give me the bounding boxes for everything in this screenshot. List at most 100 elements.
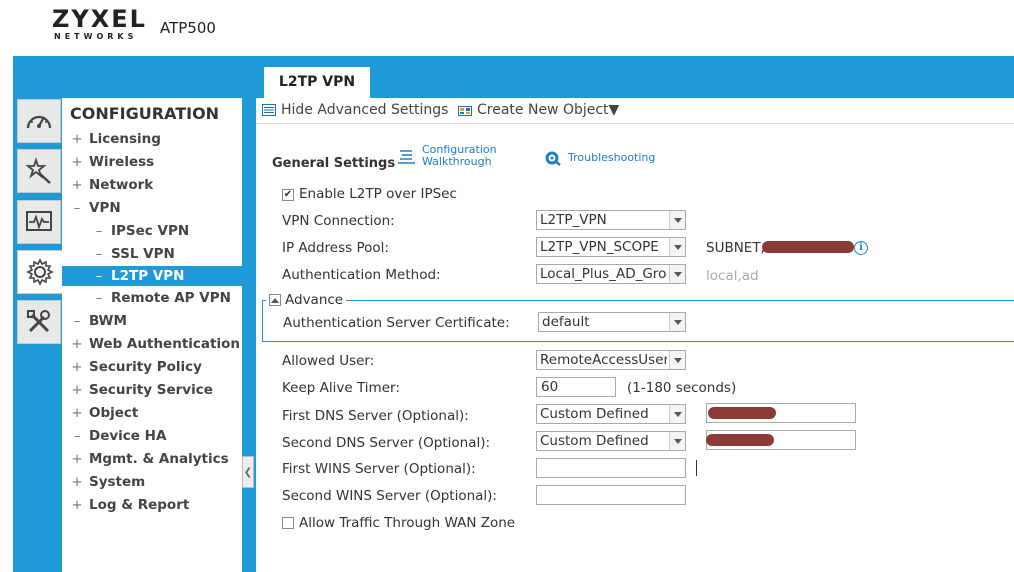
tab-l2tp-vpn[interactable]: L2TP VPN [264, 67, 370, 98]
nav-expander[interactable]: + [70, 403, 84, 423]
allow-wan-checkbox[interactable] [282, 517, 294, 529]
nav-item-remote-ap-vpn[interactable]: – Remote AP VPN [62, 288, 242, 308]
nav-expander[interactable]: + [70, 472, 84, 492]
troubleshooting-gear-icon [545, 151, 561, 166]
nav-item-label: VPN [89, 200, 121, 216]
nav-item-label: Mgmt. & Analytics [89, 451, 229, 467]
collapse-nav-button[interactable]: ❮ [242, 456, 254, 488]
general-settings-title: General Settings [272, 156, 396, 171]
troubleshooting-link[interactable]: Troubleshooting [544, 150, 655, 166]
nav-item-web-authentication[interactable]: + Web Authentication [62, 334, 242, 354]
keep-alive-label: Keep Alive Timer: [282, 380, 400, 396]
nav-expander[interactable]: – [70, 198, 84, 218]
nav-item-label: Remote AP VPN [111, 290, 231, 306]
nav-item-bwm[interactable]: – BWM [62, 311, 242, 331]
create-new-object-button[interactable]: Create New Object▼ [458, 102, 619, 118]
nav-expander[interactable]: + [70, 495, 84, 515]
nav-item-label: Wireless [89, 154, 155, 170]
wins1-input[interactable] [536, 458, 686, 478]
nav-item-device-ha[interactable]: – Device HA [62, 426, 242, 446]
config-nav: CONFIGURATION + Licensing + Wireless + Netw… [62, 98, 242, 572]
allowed-user-label: Allowed User: [282, 353, 375, 369]
dns1-select[interactable]: Custom Defined [536, 404, 686, 424]
nav-item-vpn[interactable]: – VPN [62, 198, 242, 218]
nav-item-mgmt-analytics[interactable]: + Mgmt. & Analytics [62, 449, 242, 469]
rail-dashboard[interactable] [17, 99, 61, 143]
nav-item-licensing[interactable]: + Licensing [62, 129, 242, 149]
info-icon[interactable]: i [854, 241, 868, 255]
nav-expander[interactable]: – [70, 311, 84, 331]
nav-item-object[interactable]: + Object [62, 403, 242, 423]
list-settings-icon [262, 104, 276, 116]
configuration-gear-icon [26, 258, 54, 286]
nav-expander[interactable]: + [70, 380, 84, 400]
nav-expander[interactable]: – [70, 426, 84, 446]
advance-toggle[interactable]: Advance [266, 292, 347, 308]
dns2-label: Second DNS Server (Optional): [282, 435, 491, 451]
auth-cert-select[interactable]: default [538, 312, 686, 332]
nav-bullet: – [95, 290, 103, 306]
nav-expander[interactable]: + [70, 152, 84, 172]
dns2-value: Custom Defined [540, 433, 649, 449]
nav-item-security-policy[interactable]: + Security Policy [62, 357, 242, 377]
nav-expander[interactable]: + [70, 129, 84, 149]
ip-pool-select[interactable]: L2TP_VPN_SCOPE [536, 237, 686, 257]
allow-wan-label: Allow Traffic Through WAN Zone [299, 515, 516, 531]
nav-item-wireless[interactable]: + Wireless [62, 152, 242, 172]
auth-cert-label: Authentication Server Certificate: [283, 315, 510, 331]
rail-maintenance[interactable] [17, 300, 61, 344]
vpn-connection-select[interactable]: L2TP_VPN [536, 210, 686, 230]
chevron-down-icon [669, 265, 685, 283]
text-cursor [696, 460, 697, 476]
enable-l2tp-checkbox[interactable]: ✔ [282, 189, 294, 201]
vpn-connection-value: L2TP_VPN [540, 212, 607, 228]
vpn-connection-label: VPN Connection: [282, 213, 395, 229]
nav-item-ssl-vpn[interactable]: – SSL VPN [62, 244, 242, 264]
enable-l2tp-label: Enable L2TP over IPSec [299, 186, 457, 202]
troubleshooting-label: Troubleshooting [568, 151, 656, 164]
nav-item-log-report[interactable]: + Log & Report [62, 495, 242, 515]
rail-configuration[interactable] [17, 250, 63, 294]
maintenance-tools-icon [27, 310, 50, 333]
walkthrough-link-line2: Walkthrough [422, 155, 492, 168]
nav-item-label: L2TP VPN [111, 268, 185, 284]
dns1-value: Custom Defined [540, 406, 649, 422]
redaction-mark [762, 241, 854, 253]
chevron-down-icon [669, 405, 685, 423]
allowed-user-select[interactable]: RemoteAccessUsers [536, 350, 686, 370]
nav-item-label: BWM [89, 313, 127, 329]
chevron-left-icon: ❮ [243, 466, 253, 478]
chevron-down-icon [669, 351, 685, 369]
nav-item-label: Network [89, 177, 154, 193]
hide-advanced-settings-button[interactable]: Hide Advanced Settings [262, 102, 448, 118]
monitor-icon [26, 211, 52, 231]
configuration-walkthrough-link[interactable]: Configuration Walkthrough [398, 144, 497, 168]
nav-expander[interactable]: + [70, 357, 84, 377]
dns2-select[interactable]: Custom Defined [536, 431, 686, 451]
nav-item-ipsec-vpn[interactable]: – IPSec VPN [62, 221, 242, 241]
keep-alive-input[interactable]: 60 [536, 377, 616, 397]
allowed-user-value: RemoteAccessUsers [540, 352, 667, 368]
wins1-label: First WINS Server (Optional): [282, 461, 476, 477]
nav-item-label: Log & Report [89, 497, 190, 513]
dashboard-icon [26, 115, 52, 129]
rail-monitor[interactable] [17, 200, 61, 244]
nav-item-label: Web Authentication [89, 336, 240, 352]
dns1-label: First DNS Server (Optional): [282, 408, 469, 424]
rail-wizard[interactable] [17, 149, 61, 193]
auth-cert-value: default [542, 314, 590, 330]
nav-item-l2tp-vpn[interactable]: – L2TP VPN [62, 266, 242, 286]
nav-expander[interactable]: + [70, 175, 84, 195]
wins2-input[interactable] [536, 485, 686, 505]
keep-alive-range: (1-180 seconds) [627, 380, 737, 396]
nav-item-security-service[interactable]: + Security Service [62, 380, 242, 400]
auth-method-select[interactable]: Local_Plus_AD_Grou [536, 264, 686, 284]
nav-item-label: Security Policy [89, 359, 202, 375]
nav-item-system[interactable]: + System [62, 472, 242, 492]
nav-item-network[interactable]: + Network [62, 175, 242, 195]
nav-expander[interactable]: + [70, 334, 84, 354]
nav-expander[interactable]: + [70, 449, 84, 469]
wizard-icon [25, 157, 51, 184]
ip-pool-label: IP Address Pool: [282, 240, 389, 256]
redaction-mark [708, 407, 776, 419]
